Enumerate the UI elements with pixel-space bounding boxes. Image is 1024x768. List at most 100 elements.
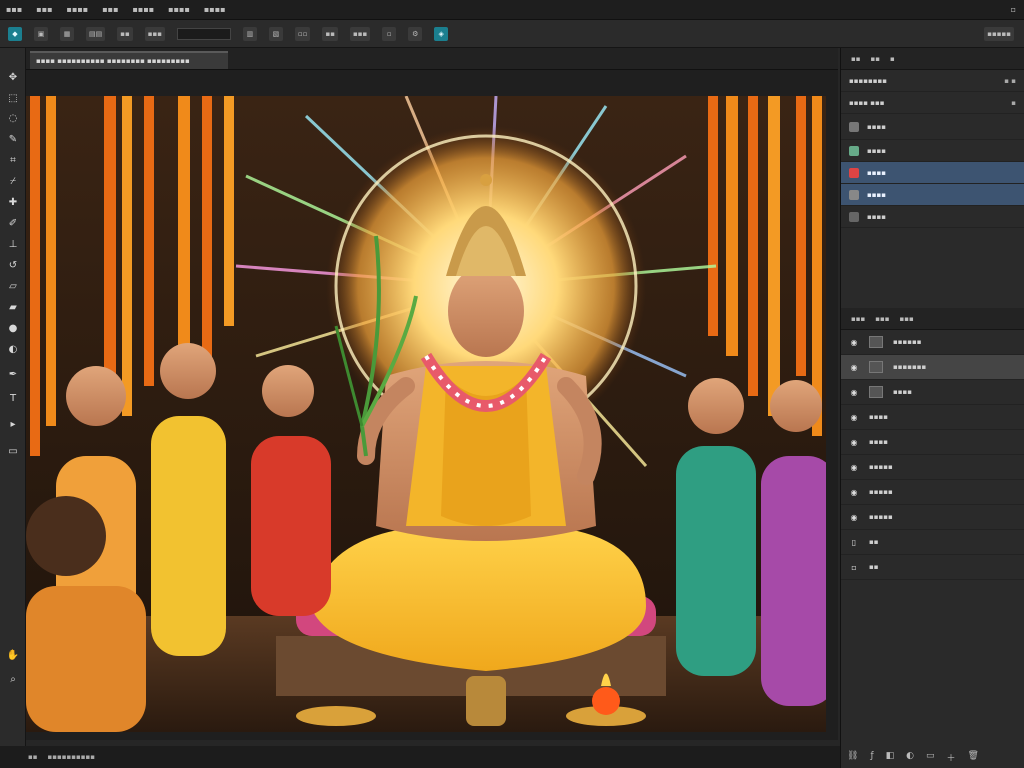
property-row-selected[interactable]: ▪▪▪▪	[841, 184, 1024, 206]
tab-3[interactable]: ▪	[890, 55, 895, 63]
zoom-icon[interactable]: ⌕	[5, 672, 21, 686]
mask-icon[interactable]: ◧	[886, 751, 895, 764]
layer-row[interactable]: ▫ ▪▪	[841, 555, 1024, 580]
option-button-7[interactable]: ▧	[268, 26, 283, 41]
adjustment-icon[interactable]: ◐	[906, 751, 914, 764]
menu-item-1[interactable]: ▪▪▪	[6, 5, 22, 14]
option-button-10[interactable]: ▪▪▪	[349, 26, 371, 41]
settings-gear-icon[interactable]: ⚙	[408, 26, 423, 41]
shape-icon[interactable]: ▭	[5, 444, 21, 458]
menu-item-3[interactable]: ▪▪▪▪	[67, 5, 89, 14]
move-icon[interactable]: ✥	[5, 70, 21, 84]
tab-1[interactable]: ▪▪	[851, 55, 861, 63]
layer-row[interactable]: ◉ ▪▪▪▪▪	[841, 505, 1024, 530]
right-panels: ▪▪ ▪▪ ▪ ▪▪▪▪▪▪▪▪ ▪ ▪ ▪▪▪▪ ▪▪▪ ▪ ▪▪▪▪ ▪▪▪▪ …	[840, 48, 1024, 768]
workspace	[26, 70, 838, 740]
layer-row[interactable]: ◉ ▪▪▪▪▪	[841, 480, 1024, 505]
option-button-2[interactable]: ▦	[60, 26, 74, 41]
quick-select-icon[interactable]: ✎	[5, 132, 21, 146]
history-brush-icon[interactable]: ↺	[5, 258, 21, 272]
layer-row[interactable]: ◉ ▪▪▪▪	[841, 380, 1024, 405]
eraser-icon[interactable]: ▱	[5, 279, 21, 293]
option-button-6[interactable]: ▥	[242, 26, 257, 41]
menu-item-2[interactable]: ▪▪▪	[36, 5, 52, 14]
dodge-icon[interactable]: ◐	[5, 342, 21, 356]
option-button-8[interactable]: ▫▫	[294, 26, 311, 41]
menu-item-6[interactable]: ▪▪▪▪	[168, 5, 190, 14]
devotional-painting	[26, 96, 826, 732]
option-button-3[interactable]: ▤▤	[86, 26, 106, 41]
folder-icon[interactable]: ▭	[926, 751, 935, 764]
heal-icon[interactable]: ✚	[5, 195, 21, 209]
link-icon[interactable]: ⛓	[847, 751, 858, 764]
options-bar: ◆ ▣ ▦ ▤▤ ▪▪ ▪▪▪ ▥ ▧ ▫▫ ▪▪ ▪▪▪ ▫ ⚙ ◈ ▪▪▪▪…	[0, 20, 1024, 48]
marquee-icon[interactable]: ⬚	[5, 91, 21, 105]
layer-row[interactable]: ◉ ▪▪▪▪▪▪	[841, 330, 1024, 355]
workspace-switcher[interactable]: ▪▪▪▪▪	[984, 26, 1014, 41]
crop-icon[interactable]: ⌗	[5, 153, 21, 167]
eye-icon[interactable]: ◉	[849, 462, 859, 472]
stamp-icon[interactable]: ⊥	[5, 237, 21, 251]
eye-icon[interactable]: ◉	[849, 387, 859, 397]
share-icon[interactable]: ◈	[434, 26, 449, 41]
menu-item-7[interactable]: ▪▪▪▪	[204, 5, 226, 14]
property-row[interactable]: ▪▪▪▪	[841, 140, 1024, 162]
status-bar: ▪▪ ▪▪▪▪▪▪▪▪▪▪	[0, 746, 840, 768]
brush-icon[interactable]: ✐	[5, 216, 21, 230]
layers-tabs: ▪▪▪ ▪▪▪ ▪▪▪	[841, 308, 1024, 330]
menu-bar: ▪▪▪ ▪▪▪ ▪▪▪▪ ▪▪▪ ▪▪▪▪ ▪▪▪▪ ▪▪▪▪ ▫	[0, 0, 1024, 20]
option-button-9[interactable]: ▪▪	[322, 26, 338, 41]
document-tabs: ▪▪▪▪ ▪▪▪▪▪▪▪▪▪▪ ▪▪▪▪▪▪▪▪ ▪▪▪▪▪▪▪▪▪	[26, 48, 838, 70]
layers-footer: ⛓ ƒ ◧ ◐ ▭ ＋ 🗑	[847, 751, 979, 764]
eye-icon[interactable]: ◉	[849, 362, 859, 372]
property-row[interactable]: ▪▪▪▪▪▪▪▪ ▪ ▪	[841, 70, 1024, 92]
gradient-icon[interactable]: ▰	[5, 300, 21, 314]
tab-paths[interactable]: ▪▪▪	[899, 315, 913, 323]
trash-icon[interactable]: 🗑	[968, 751, 979, 764]
tools-panel: ✥ ⬚ ◌ ✎ ⌗ ⌿ ✚ ✐ ⊥ ↺ ▱ ▰ ● ◐ ✒ T ▸ ▭ ✋ ⌕	[0, 48, 26, 748]
document-canvas[interactable]	[26, 96, 826, 732]
tab-layers[interactable]: ▪▪▪	[851, 315, 865, 323]
tool-preset-icon[interactable]: ◆	[8, 26, 22, 41]
option-button-4[interactable]: ▪▪	[117, 26, 133, 41]
layer-row[interactable]: ◉ ▪▪▪▪▪	[841, 455, 1024, 480]
pen-icon[interactable]: ✒	[5, 367, 21, 381]
property-row-selected[interactable]: ▪▪▪▪	[841, 162, 1024, 184]
layer-row[interactable]: ◉ ▪▪▪▪	[841, 405, 1024, 430]
path-select-icon[interactable]: ▸	[5, 417, 21, 431]
option-button-1[interactable]: ▣	[34, 26, 48, 41]
eye-icon[interactable]: ◉	[849, 487, 859, 497]
option-button-11[interactable]: ▫	[382, 26, 397, 41]
panel-spacer	[841, 228, 1024, 308]
property-row[interactable]: ▪▪▪▪	[841, 114, 1024, 140]
eye-icon[interactable]: ◉	[849, 337, 859, 347]
property-row[interactable]: ▪▪▪▪	[841, 206, 1024, 228]
eye-icon[interactable]: ◉	[849, 512, 859, 522]
tab-channels[interactable]: ▪▪▪	[875, 315, 889, 323]
menu-item-5[interactable]: ▪▪▪▪	[132, 5, 154, 14]
property-row[interactable]: ▪▪▪▪ ▪▪▪ ▪	[841, 92, 1024, 114]
document-tab[interactable]: ▪▪▪▪ ▪▪▪▪▪▪▪▪▪▪ ▪▪▪▪▪▪▪▪ ▪▪▪▪▪▪▪▪▪	[30, 51, 228, 69]
layer-row[interactable]: ▯ ▪▪	[841, 530, 1024, 555]
new-layer-icon[interactable]: ＋	[947, 751, 956, 764]
zoom-readout: ▪▪	[28, 753, 38, 761]
eyedropper-icon[interactable]: ⌿	[5, 174, 21, 188]
layer-row-selected[interactable]: ◉ ▪▪▪▪▪▪▪	[841, 355, 1024, 380]
eye-icon[interactable]: ▯	[849, 537, 859, 547]
tab-2[interactable]: ▪▪	[871, 55, 881, 63]
eye-icon[interactable]: ▫	[849, 562, 859, 572]
option-button-5[interactable]: ▪▪▪	[144, 26, 165, 41]
size-field[interactable]	[176, 27, 231, 40]
layer-row[interactable]: ◉ ▪▪▪▪	[841, 430, 1024, 455]
eye-icon[interactable]: ◉	[849, 412, 859, 422]
doc-info: ▪▪▪▪▪▪▪▪▪▪	[47, 753, 95, 761]
window-controls[interactable]: ▫	[1011, 5, 1016, 14]
fx-icon[interactable]: ƒ	[870, 751, 873, 764]
blur-icon[interactable]: ●	[5, 321, 21, 335]
lasso-icon[interactable]: ◌	[5, 111, 21, 125]
hand-icon[interactable]: ✋	[5, 648, 21, 662]
eye-icon[interactable]: ◉	[849, 437, 859, 447]
type-icon[interactable]: T	[5, 391, 21, 405]
properties-tabs: ▪▪ ▪▪ ▪	[841, 48, 1024, 70]
menu-item-4[interactable]: ▪▪▪	[102, 5, 118, 14]
